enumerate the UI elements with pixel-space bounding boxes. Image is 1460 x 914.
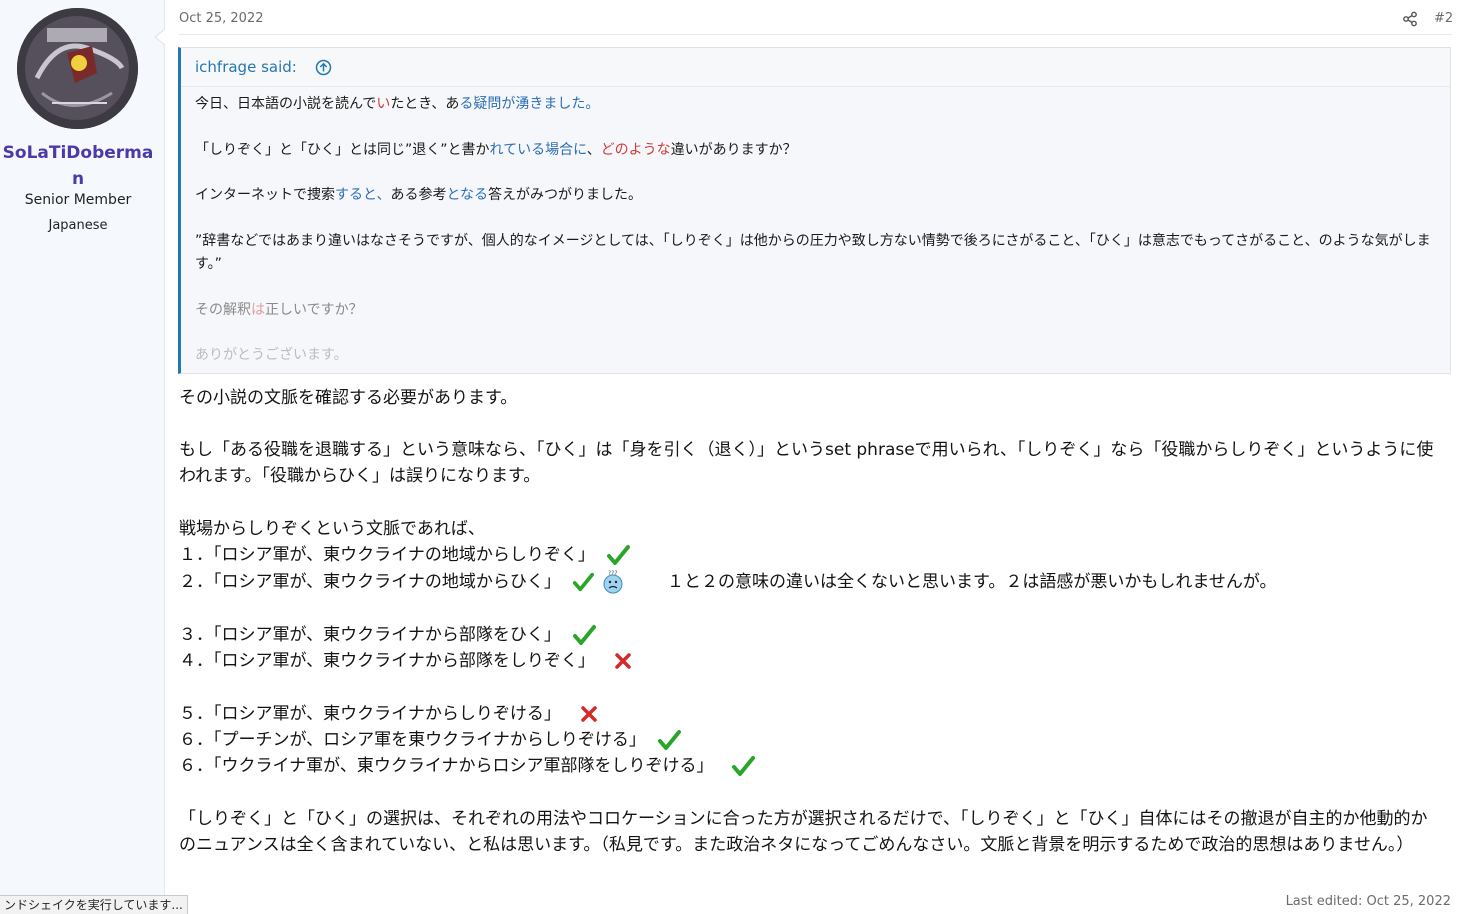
list-item-4: ４．「ロシア軍が、東ウクライナから部隊をしりぞく」 <box>179 648 1440 674</box>
browser-status-bar: ンドシェイクを実行しています... <box>0 895 188 914</box>
check-icon <box>573 572 595 592</box>
post-number[interactable]: #2 <box>1434 11 1453 26</box>
check-icon <box>607 545 631 565</box>
quote-author-link[interactable]: ichfrage said: <box>195 58 297 76</box>
share-icon[interactable] <box>1402 11 1418 27</box>
quote-header: ichfrage said: <box>181 48 1450 87</box>
list-item-6: ６．「プーチンが、ロシア軍を東ウクライナからしりぞける」 <box>179 727 1440 753</box>
cross-icon <box>581 706 597 722</box>
quote-paragraph-6: ありがとうございます。 <box>195 347 348 363</box>
list-item-5: ５．「ロシア軍が、東ウクライナからしりぞける」 <box>179 701 1440 727</box>
list-item-2: ２．「ロシア軍が、東ウクライナの地域からひく」 ??? １と２の意味の違いは全く… <box>179 570 1277 594</box>
quote-block: ichfrage said: 今日、日本語の小説を読んでいたとき、ある疑問が湧き… <box>178 47 1451 374</box>
header-divider <box>179 34 1452 35</box>
svg-text:???: ??? <box>608 570 618 577</box>
avatar[interactable] <box>17 8 138 129</box>
check-icon <box>573 625 597 645</box>
quote-paragraph-3: インターネットで捜索すると、ある参考となる答えがみつがりました。 <box>195 187 643 203</box>
post-paragraph-2: もし「ある役職を退職する」という意味なら、「ひく」は「身を引く（退く）」というs… <box>179 440 1434 486</box>
sidebar-pointer <box>154 28 166 46</box>
quote-paragraph-4: ”辞書などではあまり違いはなさそうですが、個人的なイメージとしては、「しりぞく」… <box>195 233 1431 272</box>
check-icon <box>658 730 682 750</box>
quote-paragraph-1: 今日、日本語の小説を読んでいたとき、ある疑問が湧きました。 <box>195 96 600 112</box>
list-item-7: ６．「ウクライナ軍が、東ウクライナからロシア軍部隊をしりぞける」 <box>179 753 1440 779</box>
user-language: Japanese <box>48 218 108 233</box>
cross-icon <box>615 653 631 669</box>
post-date[interactable]: Oct 25, 2022 <box>179 11 264 26</box>
confused-face-icon: ??? <box>603 570 623 594</box>
quote-paragraph-2: 「しりぞく」と「ひく」とは同じ”退く”と書かれている場合に、どのような違いがあり… <box>195 142 797 158</box>
user-sidebar: SoLaTiDoberma n Senior Member Japanese <box>0 0 165 911</box>
last-edited: Last edited: Oct 25, 2022 <box>1285 894 1451 909</box>
list-item-1: １．「ロシア軍が、東ウクライナの地域からしりぞく」 <box>179 542 1440 568</box>
username[interactable]: SoLaTiDoberma n <box>0 140 156 192</box>
post-paragraph-1: その小説の文脈を確認する必要があります。 <box>179 388 518 408</box>
check-icon <box>731 756 755 776</box>
post-paragraph-4: 「しりぞく」と「ひく」の選択は、それぞれの用法やコロケーションに合った方が選択さ… <box>179 809 1428 855</box>
quote-paragraph-5: その解釈は正しいですか？ <box>195 302 363 318</box>
post-paragraph-3: 戦場からしりぞくという文脈であれば、 <box>179 519 485 539</box>
user-title: Senior Member <box>24 192 132 208</box>
list-item-3: ３．「ロシア軍が、東ウクライナから部隊をひく」 <box>179 622 1440 648</box>
list-item-2-note: １と２の意味の違いは全くないと思います。２は語感が悪いかもしれませんが。 <box>667 572 1277 592</box>
arrow-up-circle-icon[interactable] <box>315 59 332 76</box>
